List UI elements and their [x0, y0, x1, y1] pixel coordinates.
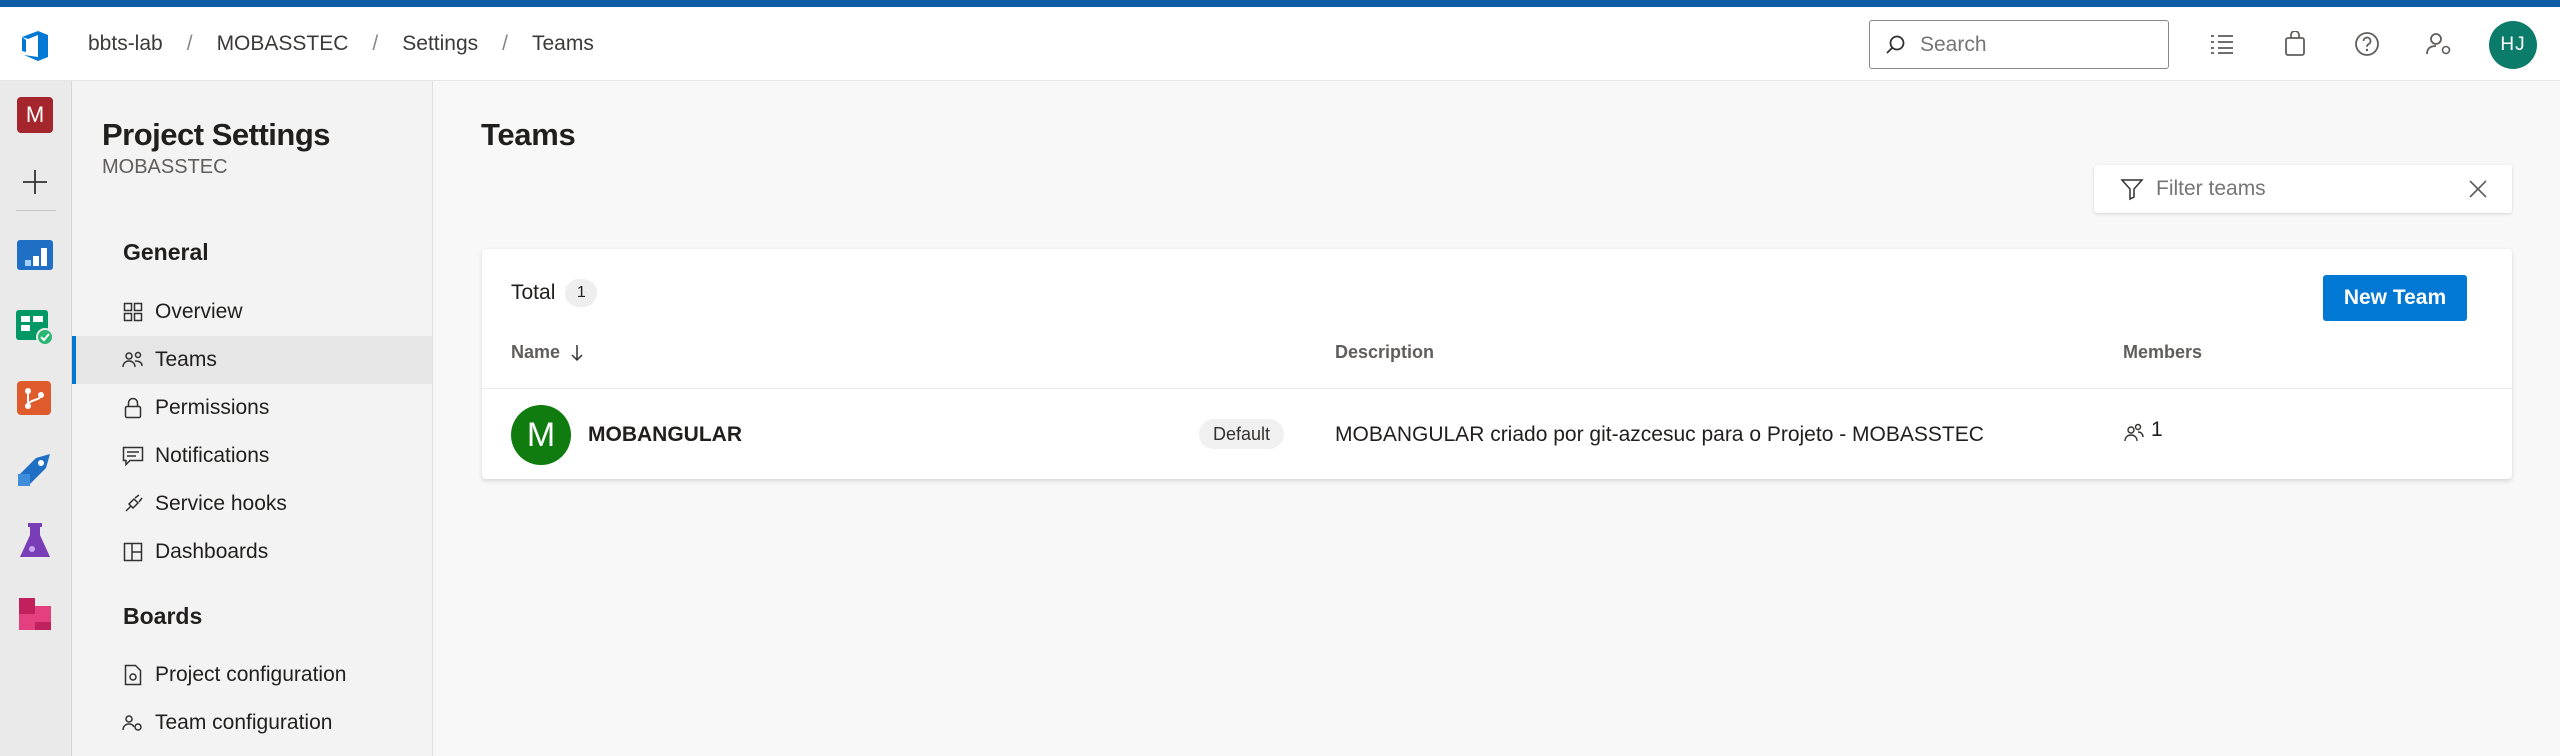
sidebar-item-notifications[interactable]: Notifications: [72, 432, 432, 480]
sidebar-item-label: Teams: [155, 348, 217, 371]
teams-icon: [121, 348, 145, 372]
sidebar-item-overview[interactable]: Overview: [72, 288, 432, 336]
work-items-icon[interactable]: [2207, 29, 2237, 59]
column-header-description[interactable]: Description: [1335, 342, 1434, 363]
sidebar-item-label: Permissions: [155, 396, 270, 419]
team-name[interactable]: MOBANGULAR: [588, 423, 742, 447]
breadcrumb: bbts-lab / MOBASSTEC / Settings / Teams: [88, 7, 594, 81]
service-hooks-icon: [121, 492, 145, 516]
dashboard-icon: [121, 540, 145, 564]
column-header-name[interactable]: Name: [511, 342, 584, 363]
sidebar-item-label: Dashboards: [155, 540, 269, 563]
team-members: 1: [2123, 418, 2163, 442]
repos-icon[interactable]: [14, 378, 56, 420]
sidebar-item-teams[interactable]: Teams: [72, 336, 432, 384]
team-members-count: 1: [2151, 418, 2163, 441]
sidebar-subtitle: MOBASSTEC: [102, 156, 228, 178]
column-header-label: Name: [511, 342, 561, 362]
sidebar-title: Project Settings: [102, 117, 331, 152]
project-config-icon: [121, 663, 145, 687]
new-team-button[interactable]: New Team: [2323, 275, 2467, 321]
pipelines-icon[interactable]: [14, 449, 56, 491]
filter-teams-box[interactable]: [2094, 165, 2512, 213]
sidebar-item-permissions[interactable]: Permissions: [72, 384, 432, 432]
user-avatar[interactable]: HJ: [2489, 21, 2537, 69]
sidebar-item-team-configuration[interactable]: Team configuration: [72, 699, 432, 747]
teams-card: Total 1 New Team Name Description Member…: [482, 249, 2512, 479]
test-plans-icon[interactable]: [14, 521, 56, 563]
default-badge: Default: [1199, 419, 1285, 449]
project-avatar[interactable]: M: [17, 97, 53, 133]
sort-descending-icon: [571, 344, 583, 361]
sidebar-item-label: Team configuration: [155, 711, 333, 734]
total-summary: Total 1: [511, 279, 598, 307]
total-label: Total: [511, 281, 556, 304]
breadcrumb-separator: /: [186, 32, 193, 55]
breadcrumb-org[interactable]: bbts-lab: [88, 32, 163, 56]
sidebar-item-label: Notifications: [155, 444, 270, 467]
total-count-badge: 1: [565, 279, 598, 307]
filter-teams-input[interactable]: [2156, 177, 2456, 201]
page-title: Teams: [481, 117, 576, 152]
main-content: Teams Total 1 New Team Name Description …: [433, 81, 2560, 756]
notification-icon: [121, 444, 145, 468]
section-boards: Boards: [123, 603, 203, 629]
search-input[interactable]: [1920, 32, 2140, 57]
top-accent-stripe: [0, 0, 2560, 7]
team-avatar: M: [511, 405, 571, 465]
settings-sidebar: Project Settings MOBASSTEC General Overv…: [72, 81, 433, 756]
sidebar-item-dashboards[interactable]: Dashboards: [72, 528, 432, 576]
sidebar-item-service-hooks[interactable]: Service hooks: [72, 480, 432, 528]
sidebar-item-label: Overview: [155, 300, 243, 323]
overview-icon: [121, 300, 145, 324]
user-settings-icon[interactable]: [2424, 29, 2454, 59]
overview-icon[interactable]: [14, 234, 56, 276]
breadcrumb-teams[interactable]: Teams: [532, 32, 594, 56]
azure-devops-logo-icon[interactable]: [16, 27, 54, 65]
team-description: MOBANGULAR criado por git-azcesuc para o…: [1335, 423, 1984, 446]
table-row[interactable]: M MOBANGULAR Default MOBANGULAR criado p…: [482, 389, 2512, 479]
top-header: bbts-lab / MOBASSTEC / Settings / Teams: [0, 7, 2560, 81]
breadcrumb-separator: /: [372, 32, 379, 55]
lock-icon: [121, 396, 145, 420]
close-icon[interactable]: [2468, 179, 2488, 199]
marketplace-icon[interactable]: [2280, 29, 2310, 59]
column-header-members[interactable]: Members: [2123, 342, 2202, 363]
breadcrumb-separator: /: [502, 32, 508, 55]
sidebar-item-project-configuration[interactable]: Project configuration: [72, 651, 432, 699]
add-icon[interactable]: [14, 161, 56, 203]
left-navigation-rail: M: [0, 81, 72, 756]
boards-icon[interactable]: [14, 306, 56, 348]
sidebar-item-label: Project configuration: [155, 663, 347, 686]
rail-divider: [16, 210, 56, 211]
team-config-icon: [121, 711, 145, 735]
breadcrumb-settings[interactable]: Settings: [402, 32, 478, 56]
section-general: General: [123, 239, 209, 265]
search-icon: [1886, 35, 1905, 54]
sidebar-item-label: Service hooks: [155, 492, 287, 515]
breadcrumb-project[interactable]: MOBASSTEC: [217, 32, 349, 56]
artifacts-icon[interactable]: [14, 593, 56, 635]
search-box[interactable]: [1869, 20, 2169, 69]
filter-icon: [2120, 179, 2144, 201]
help-icon[interactable]: [2352, 29, 2382, 59]
members-icon: [2124, 423, 2144, 442]
